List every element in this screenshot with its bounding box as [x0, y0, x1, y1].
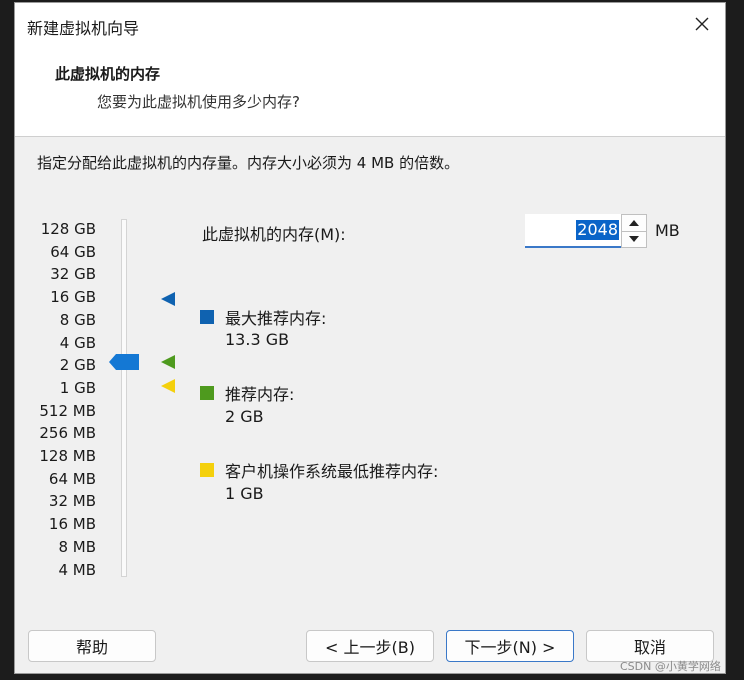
help-button[interactable]: 帮助: [28, 630, 156, 662]
memory-slider-track[interactable]: [121, 219, 127, 577]
recommended-swatch: [200, 386, 214, 400]
memory-input[interactable]: 2048: [525, 214, 621, 248]
spin-down-button[interactable]: [622, 231, 646, 247]
window-title: 新建虚拟机向导: [27, 19, 140, 38]
scale-label: 512 MB: [39, 401, 96, 420]
scale-label: 16 GB: [50, 288, 96, 307]
page-subtitle: 您要为此虚拟机使用多少内存?: [97, 93, 300, 111]
recommended-label: 推荐内存:: [225, 385, 295, 404]
scale-label: 1 GB: [59, 378, 96, 397]
memory-input-value: 2048: [576, 220, 619, 240]
page-title: 此虚拟机的内存: [55, 65, 161, 83]
caret-up-icon: [629, 220, 639, 226]
recommended-marker-icon: [161, 355, 175, 369]
min-recommended-swatch: [200, 463, 214, 477]
scale-label: 4 GB: [59, 333, 96, 352]
memory-scale: 128 GB 64 GB 32 GB 16 GB 8 GB 4 GB 2 GB …: [39, 218, 96, 581]
instruction-text: 指定分配给此虚拟机的内存量。内存大小必须为 4 MB 的倍数。: [37, 154, 460, 172]
next-button[interactable]: 下一步(N) >: [446, 630, 574, 662]
scale-label: 64 GB: [50, 242, 96, 261]
memory-field-label: 此虚拟机的内存(M):: [202, 225, 346, 244]
min-recommended-value: 1 GB: [225, 484, 264, 503]
scale-label: 2 GB: [59, 356, 96, 375]
spin-up-button[interactable]: [622, 215, 646, 232]
new-vm-wizard-dialog: 新建虚拟机向导 此虚拟机的内存 您要为此虚拟机使用多少内存? 指定分配给此虚拟机…: [14, 2, 726, 674]
min-recommended-label: 客户机操作系统最低推荐内存:: [225, 462, 439, 481]
min-recommended-marker-icon: [161, 379, 175, 393]
caret-down-icon: [629, 236, 639, 242]
title-bar: 新建虚拟机向导: [15, 3, 725, 47]
scale-label: 8 MB: [58, 537, 96, 556]
scale-label: 4 MB: [58, 560, 96, 579]
scale-label: 8 GB: [59, 310, 96, 329]
wizard-header: 此虚拟机的内存 您要为此虚拟机使用多少内存?: [15, 47, 725, 137]
max-recommended-label: 最大推荐内存:: [225, 309, 327, 328]
scale-label: 256 MB: [39, 424, 96, 443]
memory-unit: MB: [655, 221, 680, 240]
recommended-value: 2 GB: [225, 407, 264, 426]
max-recommended-marker-icon: [161, 292, 175, 306]
scale-label: 32 MB: [48, 492, 96, 511]
max-recommended-swatch: [200, 310, 214, 324]
max-recommended-value: 13.3 GB: [225, 330, 290, 349]
scale-label: 128 MB: [39, 447, 96, 466]
scale-label: 128 GB: [40, 220, 96, 238]
close-button[interactable]: [689, 11, 715, 37]
close-icon: [695, 17, 709, 31]
watermark-text: CSDN @小黄学网络: [620, 660, 721, 673]
scale-label: 16 MB: [48, 515, 96, 534]
scale-label: 32 GB: [50, 265, 96, 284]
scale-label: 64 MB: [48, 469, 96, 488]
back-button[interactable]: < 上一步(B): [306, 630, 434, 662]
memory-slider-thumb[interactable]: [109, 354, 139, 370]
memory-spinner: [621, 214, 647, 248]
